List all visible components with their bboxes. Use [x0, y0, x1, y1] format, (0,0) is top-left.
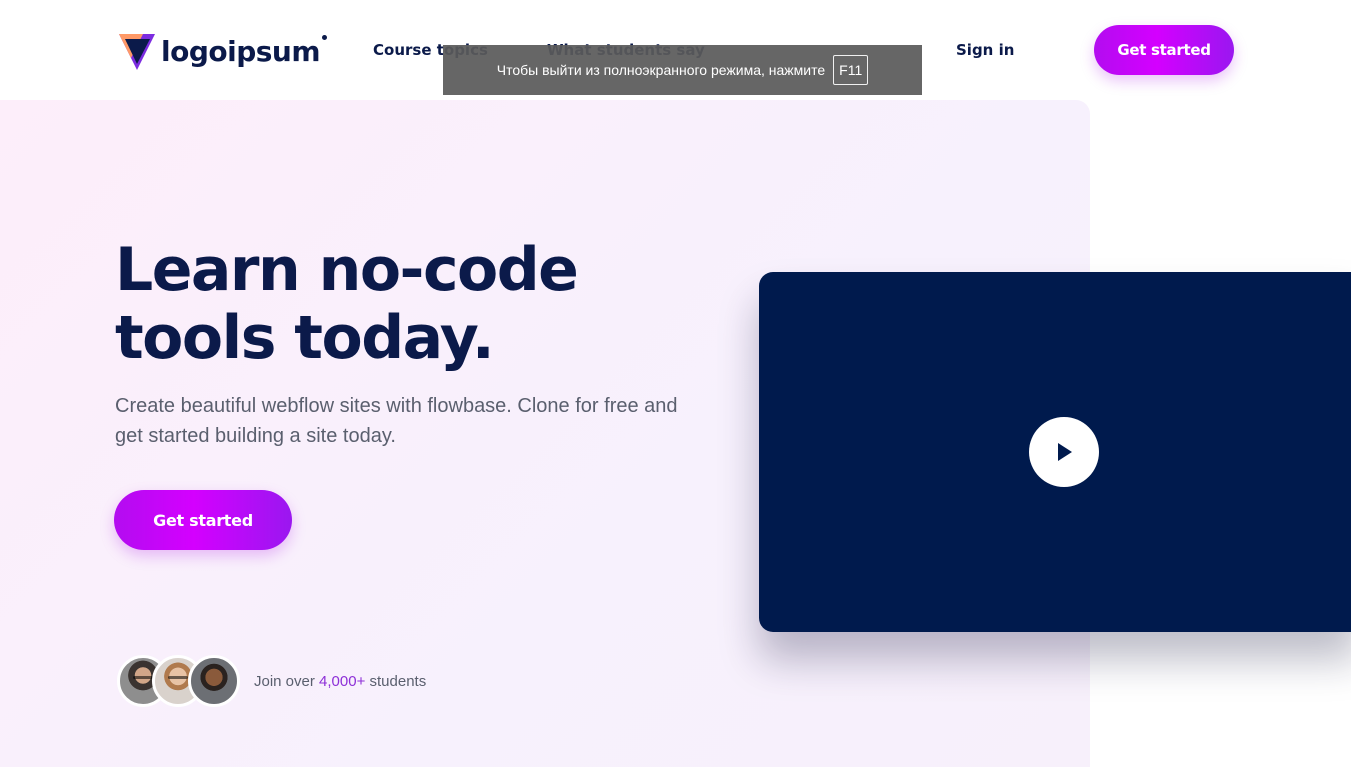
header-get-started-button[interactable]: Get started — [1094, 25, 1234, 75]
hero-subtitle: Create beautiful webflow sites with flow… — [115, 395, 678, 447]
fullscreen-key: F11 — [833, 55, 869, 85]
glasses-shape — [168, 676, 188, 679]
play-icon — [1058, 443, 1072, 461]
play-button[interactable] — [1029, 417, 1099, 487]
sign-in-link[interactable]: Sign in — [956, 41, 1014, 59]
video-player[interactable] — [759, 272, 1351, 632]
fullscreen-notice-text: Чтобы выйти из полноэкранного режима, на… — [496, 62, 826, 78]
logo-mark-icon — [119, 34, 155, 70]
social-proof-prefix: Join over — [254, 673, 320, 690]
fullscreen-notice: Чтобы выйти из полноэкранного режима, на… — [443, 45, 922, 95]
logo[interactable]: logoipsum — [117, 30, 328, 72]
sunglasses-shape — [133, 676, 153, 679]
social-proof-text: Join over 4,000+ students — [254, 673, 426, 690]
avatar — [188, 655, 240, 707]
student-avatars — [117, 655, 247, 707]
landing-page: logoipsum Course topics What students sa… — [0, 0, 1351, 767]
social-proof-suffix: students — [365, 673, 427, 690]
hero-title: Learn no-code tools today. — [115, 235, 579, 373]
logo-dot — [322, 34, 328, 40]
hero-get-started-button[interactable]: Get started — [114, 490, 292, 550]
student-count: 4,000+ — [319, 673, 366, 690]
logo-wordmark: logoipsum — [161, 34, 321, 68]
